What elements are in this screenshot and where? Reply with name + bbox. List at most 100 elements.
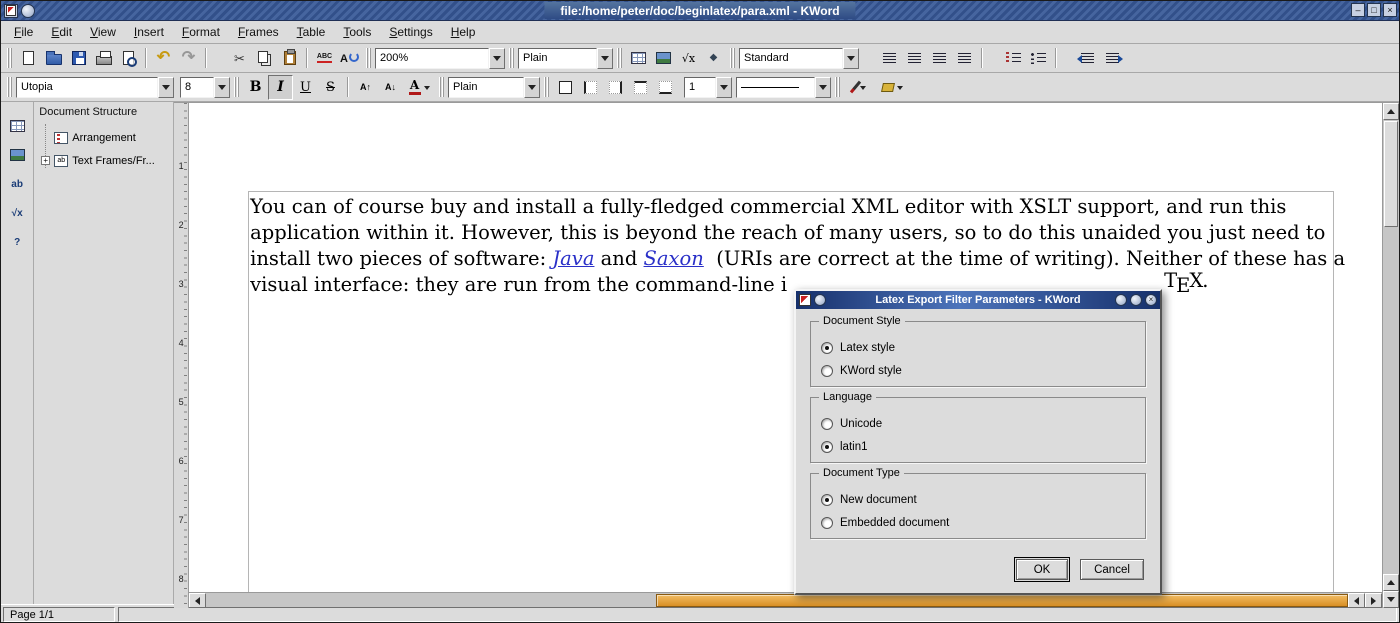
tool-help[interactable]: ? bbox=[4, 229, 30, 255]
scroll-right-button[interactable] bbox=[1365, 593, 1382, 608]
titlebar[interactable]: file:/home/peter/doc/beginlatex/para.xml… bbox=[1, 1, 1399, 21]
toolbar-handle[interactable] bbox=[617, 48, 622, 68]
horizontal-scroll-thumb[interactable] bbox=[656, 594, 1348, 607]
decrease-font-button[interactable]: A↓ bbox=[378, 75, 403, 100]
border-top-button[interactable] bbox=[628, 75, 653, 100]
border-outline-button[interactable] bbox=[553, 75, 578, 100]
tree-item-arrangement[interactable]: Arrangement bbox=[34, 126, 173, 149]
maximize-button[interactable]: □ bbox=[1367, 3, 1381, 17]
radio-kword-style[interactable]: KWord style bbox=[821, 359, 1145, 382]
radio-icon[interactable] bbox=[821, 342, 833, 354]
scroll-up-button-2[interactable] bbox=[1383, 574, 1399, 591]
tool-insert-formula[interactable]: √x bbox=[4, 200, 30, 226]
insert-formula-button[interactable]: √x bbox=[676, 46, 701, 71]
border-width-dropdown-button[interactable] bbox=[716, 77, 732, 98]
radio-icon[interactable] bbox=[821, 418, 833, 430]
save-button[interactable] bbox=[66, 46, 91, 71]
character-style-dropdown-button[interactable] bbox=[524, 77, 540, 98]
bold-button[interactable]: B bbox=[243, 75, 268, 100]
horizontal-scroll-track[interactable] bbox=[206, 593, 1348, 608]
font-family-combobox[interactable]: Utopia bbox=[16, 77, 174, 98]
vertical-scroll-thumb[interactable] bbox=[1384, 121, 1398, 227]
close-button[interactable]: × bbox=[1383, 3, 1397, 17]
border-width-value[interactable]: 1 bbox=[684, 77, 716, 98]
toolbar-handle[interactable] bbox=[509, 48, 514, 68]
insert-picture-button[interactable] bbox=[651, 46, 676, 71]
paragraph-style-dropdown-button[interactable] bbox=[597, 48, 613, 69]
align-center-button[interactable] bbox=[902, 46, 927, 71]
zoom-value[interactable]: 200% bbox=[375, 48, 489, 69]
paragraph-style-value[interactable]: Plain bbox=[518, 48, 597, 69]
ok-button[interactable]: OK bbox=[1016, 559, 1068, 580]
zoom-combobox[interactable]: 200% bbox=[375, 48, 505, 69]
open-button[interactable] bbox=[41, 46, 66, 71]
dialog-minimize-button[interactable] bbox=[1115, 294, 1127, 306]
radio-latex-style[interactable]: Latex style bbox=[821, 336, 1145, 359]
copy-button[interactable] bbox=[252, 46, 277, 71]
menu-help[interactable]: Help bbox=[442, 21, 485, 43]
border-style-value[interactable] bbox=[736, 77, 815, 98]
insert-table-button[interactable] bbox=[626, 46, 651, 71]
increase-indent-button[interactable] bbox=[1100, 46, 1125, 71]
toolbar-handle[interactable] bbox=[835, 77, 840, 97]
text-frame[interactable]: You can of course buy and install a full… bbox=[248, 191, 1334, 592]
sticky-button[interactable] bbox=[21, 4, 35, 18]
font-family-value[interactable]: Utopia bbox=[16, 77, 158, 98]
tool-insert-text-frame[interactable]: ab bbox=[4, 171, 30, 197]
radio-unicode[interactable]: Unicode bbox=[821, 412, 1145, 435]
align-justify-button[interactable] bbox=[952, 46, 977, 71]
character-style-value[interactable]: Plain bbox=[448, 77, 524, 98]
radio-icon[interactable] bbox=[821, 441, 833, 453]
toolbar-handle[interactable] bbox=[544, 77, 549, 97]
vertical-scrollbar[interactable] bbox=[1382, 103, 1399, 608]
stylist-dropdown-button[interactable] bbox=[843, 48, 859, 69]
minimize-button[interactable]: – bbox=[1351, 3, 1365, 17]
border-bottom-button[interactable] bbox=[653, 75, 678, 100]
menu-view[interactable]: View bbox=[81, 21, 125, 43]
link-java[interactable]: Java bbox=[552, 247, 594, 270]
tool-insert-table[interactable] bbox=[4, 113, 30, 139]
increase-font-button[interactable]: A↑ bbox=[353, 75, 378, 100]
font-size-value[interactable]: 8 bbox=[180, 77, 214, 98]
expander-icon[interactable]: + bbox=[41, 156, 50, 165]
tool-insert-picture[interactable] bbox=[4, 142, 30, 168]
redo-button[interactable]: ↷ bbox=[176, 46, 201, 71]
font-family-dropdown-button[interactable] bbox=[158, 77, 174, 98]
toolbar-handle[interactable] bbox=[234, 77, 239, 97]
radio-icon[interactable] bbox=[821, 517, 833, 529]
toolbar-handle[interactable] bbox=[439, 77, 444, 97]
paste-button[interactable] bbox=[277, 46, 302, 71]
menu-frames[interactable]: Frames bbox=[229, 21, 288, 43]
zoom-dropdown-button[interactable] bbox=[489, 48, 505, 69]
menu-format[interactable]: Format bbox=[173, 21, 229, 43]
border-right-button[interactable] bbox=[603, 75, 628, 100]
paragraph-style-combobox[interactable]: Plain bbox=[518, 48, 613, 69]
insert-object-button[interactable]: ◆ bbox=[701, 46, 726, 71]
scroll-up-button[interactable] bbox=[1383, 103, 1399, 120]
toolbar-handle[interactable] bbox=[366, 48, 371, 68]
tree-item-text-frames[interactable]: + ab Text Frames/Fr... bbox=[34, 149, 173, 172]
character-style-combobox[interactable]: Plain bbox=[448, 77, 540, 98]
link-saxon[interactable]: Saxon bbox=[644, 247, 704, 270]
radio-embedded-document[interactable]: Embedded document bbox=[821, 511, 1145, 534]
radio-latin1[interactable]: latin1 bbox=[821, 435, 1145, 458]
menu-tools[interactable]: Tools bbox=[334, 21, 380, 43]
decrease-indent-button[interactable] bbox=[1075, 46, 1100, 71]
border-color-button[interactable] bbox=[844, 75, 876, 100]
align-left-button[interactable] bbox=[877, 46, 902, 71]
radio-new-document[interactable]: New document bbox=[821, 488, 1145, 511]
dialog-maximize-button[interactable] bbox=[1130, 294, 1142, 306]
dialog-help-button[interactable] bbox=[814, 294, 826, 306]
font-color-button[interactable]: A bbox=[403, 75, 435, 100]
cut-button[interactable]: ✂ bbox=[227, 46, 252, 71]
scroll-left-button-2[interactable] bbox=[1348, 593, 1365, 608]
cancel-button[interactable]: Cancel bbox=[1080, 559, 1144, 580]
stylist-combobox[interactable]: Standard bbox=[739, 48, 859, 69]
horizontal-scrollbar[interactable] bbox=[189, 592, 1382, 608]
menu-edit[interactable]: Edit bbox=[42, 21, 81, 43]
radio-icon[interactable] bbox=[821, 365, 833, 377]
border-style-dropdown-button[interactable] bbox=[815, 77, 831, 98]
window-menu-button[interactable] bbox=[4, 4, 18, 18]
stylist-value[interactable]: Standard bbox=[739, 48, 843, 69]
menu-settings[interactable]: Settings bbox=[380, 21, 441, 43]
